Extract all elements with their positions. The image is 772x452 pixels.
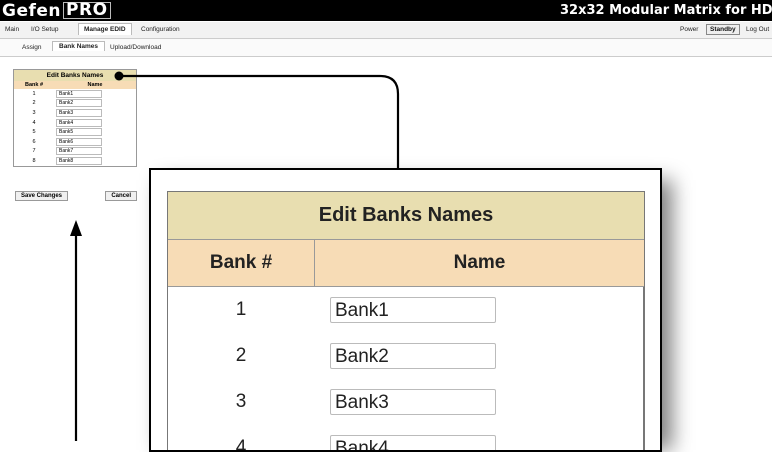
bank-name-input[interactable]: Bank4 (330, 435, 496, 450)
zoom-table: Edit Banks Names Bank # Name 1 Bank1 2 Ban… (167, 191, 645, 452)
table-row: 1 Bank1 (168, 287, 643, 333)
pointer-arrow (70, 220, 82, 441)
bank-number: 2 (235, 345, 247, 366)
callout-connector (114, 71, 400, 168)
table-row: 4 Bank4 (168, 425, 643, 452)
bank-name-input[interactable]: Bank2 (330, 343, 496, 369)
zoom-title: Edit Banks Names (168, 192, 644, 240)
bank-number: 1 (235, 299, 247, 320)
bank-name-input[interactable]: Bank3 (330, 389, 496, 415)
zoom-body: 1 Bank1 2 Bank2 3 Bank3 4 Bank4 (168, 287, 644, 452)
table-row: 3 Bank3 (168, 379, 643, 425)
bank-number: 4 (235, 437, 247, 452)
bank-number: 3 (235, 391, 247, 412)
zoom-col-bank: Bank # (168, 240, 315, 286)
table-row: 2 Bank2 (168, 333, 643, 379)
zoom-col-name: Name (453, 252, 506, 273)
zoom-callout-panel: Edit Banks Names Bank # Name 1 Bank1 2 Ban… (149, 168, 662, 452)
zoom-header-row: Bank # Name (168, 240, 644, 287)
bank-name-input[interactable]: Bank1 (330, 297, 496, 323)
